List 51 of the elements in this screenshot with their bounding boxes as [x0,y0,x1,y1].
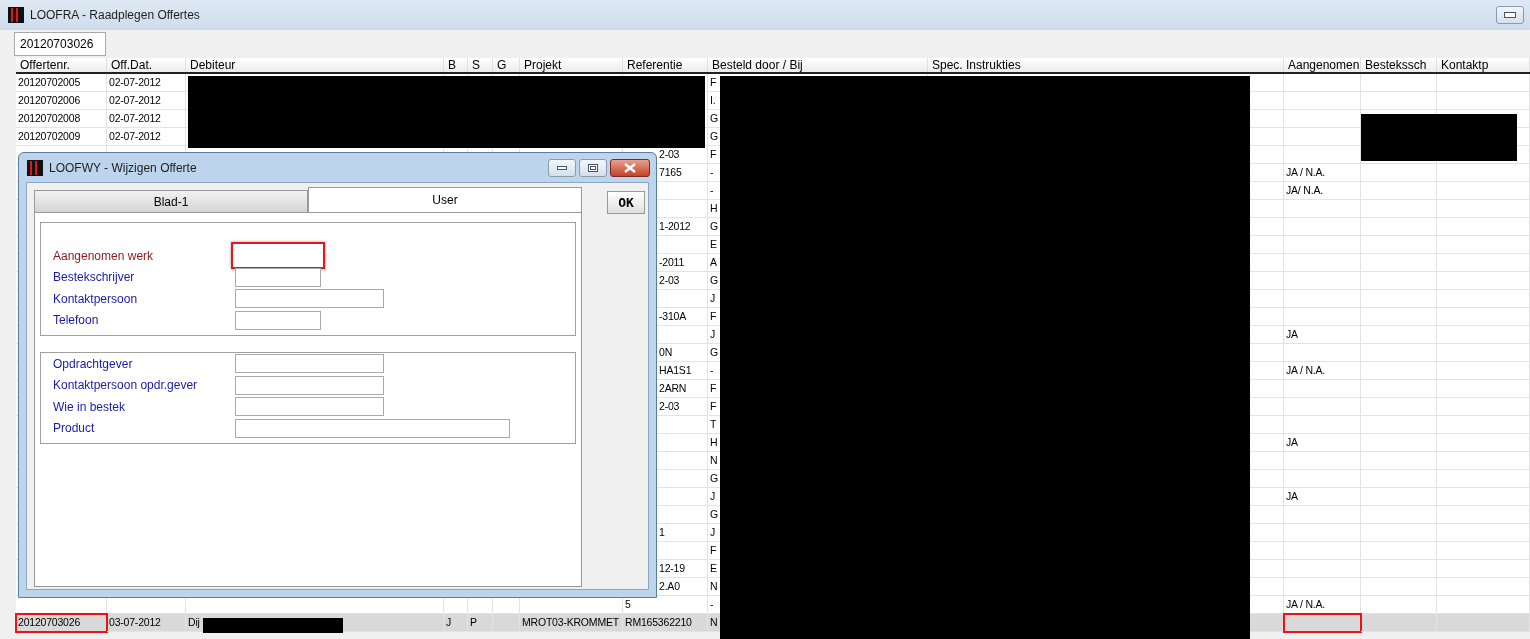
field-label: Telefoon [53,312,100,330]
field-label: Kontaktpersoon [53,290,139,308]
column-header[interactable]: G [493,58,520,72]
minimize-icon [1504,12,1516,18]
maximize-icon [588,163,598,172]
column-header[interactable]: S [468,58,493,72]
field-label: Product [53,420,96,438]
column-header[interactable]: Referentie [623,58,708,72]
input-field[interactable] [235,354,384,374]
maximize-button[interactable] [579,158,607,177]
table-cell: JA / N.A. [1284,596,1361,614]
field-label: Kontaktpersoon opdr.gever [53,377,199,395]
tab[interactable]: User [308,187,582,212]
input-field[interactable] [235,310,321,330]
input-field[interactable] [235,375,384,395]
column-header[interactable]: Besteld door / Bij [708,58,928,72]
app-icon [8,7,24,23]
app-icon [27,159,43,176]
input-field[interactable] [231,242,325,270]
column-header[interactable]: Aangenomen [1284,58,1361,72]
input-field[interactable] [235,289,384,309]
close-button[interactable] [610,158,650,177]
table-cell: RM165362210 [623,614,708,632]
search-field[interactable]: 20120703026 [14,32,106,56]
column-header[interactable]: Projekt [520,58,623,72]
table-cell: P [468,614,493,632]
input-field[interactable] [235,418,510,438]
dialog-title: LOOFWY - Wijzigen Offerte [49,159,197,177]
column-header[interactable]: Off.Dat. [107,58,186,72]
column-header[interactable]: B [444,58,468,72]
field-label: Opdrachtgever [53,355,134,373]
minimize-button[interactable] [1496,6,1524,24]
column-header[interactable]: Spec. Instrukties [928,58,1284,72]
field-label: Wie in bestek [53,398,127,416]
column-header[interactable]: Debiteur [186,58,444,72]
column-header[interactable]: Kontaktp [1437,58,1530,72]
table-cell: MROT03-KROMMET [520,614,623,632]
close-icon [624,162,636,173]
window-title: LOOFRA - Raadplegen Offertes [30,7,200,24]
table-cell: 20120703026 [16,614,107,632]
field-label: Bestekschrijver [53,269,136,287]
field-label: Aangenomen werk [53,247,155,265]
column-header[interactable]: Bestekssch [1361,58,1437,72]
tab[interactable]: Blad-1 [34,190,308,212]
ok-button[interactable]: OK [607,191,645,214]
table-cell: 03-07-2012 [107,614,186,632]
minimize-icon [557,165,567,170]
column-header[interactable]: Offertenr. [16,58,107,72]
input-field[interactable] [235,397,384,417]
minimize-button[interactable] [548,158,576,177]
table-cell: J [444,614,468,632]
